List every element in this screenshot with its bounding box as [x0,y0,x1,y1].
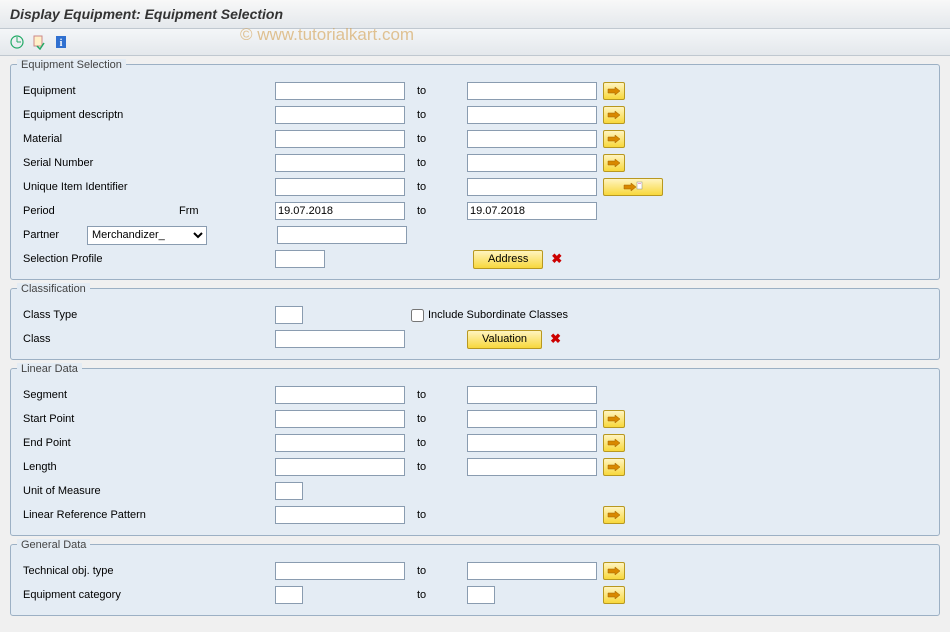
class-input[interactable] [275,330,405,348]
toolbar: © www.tutorialkart.com [0,29,950,56]
length-label: Length [23,461,173,473]
end-point-from-input[interactable] [275,434,405,452]
material-to-input[interactable] [467,130,597,148]
page-title: Display Equipment: Equipment Selection [10,6,940,22]
start-point-range-button[interactable] [603,410,625,428]
group-title: General Data [17,539,90,551]
equip-desc-from-input[interactable] [275,106,405,124]
end-point-to-input[interactable] [467,434,597,452]
address-button[interactable]: Address [473,250,543,269]
partner-label: Partner [23,229,81,241]
material-from-input[interactable] [275,130,405,148]
group-title: Equipment Selection [17,59,126,71]
class-type-input[interactable] [275,306,303,324]
tech-obj-type-range-button[interactable] [603,562,625,580]
address-delete-icon[interactable]: ✖ [549,251,564,267]
period-label: Period [23,205,173,217]
equip-desc-to-input[interactable] [467,106,597,124]
header: Display Equipment: Equipment Selection [0,0,950,29]
get-variant-icon[interactable] [30,33,48,51]
length-from-input[interactable] [275,458,405,476]
start-point-label: Start Point [23,413,173,425]
equip-category-to-input[interactable] [467,586,495,604]
uom-input[interactable] [275,482,303,500]
to-label: to [411,389,461,401]
start-point-from-input[interactable] [275,410,405,428]
class-label: Class [23,333,173,345]
uom-label: Unit of Measure [23,485,173,497]
to-label: to [411,565,461,577]
serial-from-input[interactable] [275,154,405,172]
period-from-input[interactable] [275,202,405,220]
info-icon[interactable] [52,33,70,51]
class-type-label: Class Type [23,309,173,321]
to-label: to [411,461,461,473]
group-linear-data: Linear Data Segment to Start Point to En… [10,368,940,536]
equipment-label: Equipment [23,85,173,97]
content: Equipment Selection Equipment to Equipme… [0,56,950,632]
lrp-range-button[interactable] [603,506,625,524]
to-label: to [411,157,461,169]
equipment-to-input[interactable] [467,82,597,100]
uii-label: Unique Item Identifier [23,181,173,193]
equip-category-range-button[interactable] [603,586,625,604]
start-point-to-input[interactable] [467,410,597,428]
partner-select[interactable]: Merchandizer_ [87,226,207,245]
group-title: Classification [17,283,90,295]
selection-profile-input[interactable] [275,250,325,268]
equipment-descriptn-label: Equipment descriptn [23,109,173,121]
group-classification: Classification Class Type Include Subord… [10,288,940,360]
equipment-range-button[interactable] [603,82,625,100]
valuation-delete-icon[interactable]: ✖ [548,331,563,347]
length-range-button[interactable] [603,458,625,476]
to-label: to [411,133,461,145]
segment-label: Segment [23,389,173,401]
include-subordinate-label: Include Subordinate Classes [428,309,568,321]
valuation-button[interactable]: Valuation [467,330,542,349]
to-label: to [411,205,461,217]
group-title: Linear Data [17,363,82,375]
to-label: to [411,181,461,193]
uii-to-input[interactable] [467,178,597,196]
length-to-input[interactable] [467,458,597,476]
include-subordinate-input[interactable] [411,309,424,322]
material-range-button[interactable] [603,130,625,148]
end-point-range-button[interactable] [603,434,625,452]
uii-range-button[interactable] [603,178,663,196]
to-label: to [411,437,461,449]
end-point-label: End Point [23,437,173,449]
uii-from-input[interactable] [275,178,405,196]
partner-value-input[interactable] [277,226,407,244]
segment-from-input[interactable] [275,386,405,404]
lrp-label: Linear Reference Pattern [23,509,173,521]
equip-category-from-input[interactable] [275,586,303,604]
serial-number-label: Serial Number [23,157,173,169]
selection-profile-label: Selection Profile [23,253,173,265]
material-label: Material [23,133,173,145]
tech-obj-type-to-input[interactable] [467,562,597,580]
include-subordinate-checkbox[interactable]: Include Subordinate Classes [411,309,568,322]
tech-obj-type-label: Technical obj. type [23,565,173,577]
to-label: to [411,85,461,97]
lrp-from-input[interactable] [275,506,405,524]
to-label: to [411,413,461,425]
serial-to-input[interactable] [467,154,597,172]
execute-icon[interactable] [8,33,26,51]
period-to-input[interactable] [467,202,597,220]
equipment-from-input[interactable] [275,82,405,100]
group-general-data: General Data Technical obj. type to Equi… [10,544,940,616]
serial-range-button[interactable] [603,154,625,172]
frm-label: Frm [179,205,269,217]
equip-category-label: Equipment category [23,589,173,601]
tech-obj-type-from-input[interactable] [275,562,405,580]
group-equipment-selection: Equipment Selection Equipment to Equipme… [10,64,940,280]
to-label: to [411,109,461,121]
to-label: to [411,509,461,521]
segment-to-input[interactable] [467,386,597,404]
to-label: to [411,589,461,601]
equip-desc-range-button[interactable] [603,106,625,124]
